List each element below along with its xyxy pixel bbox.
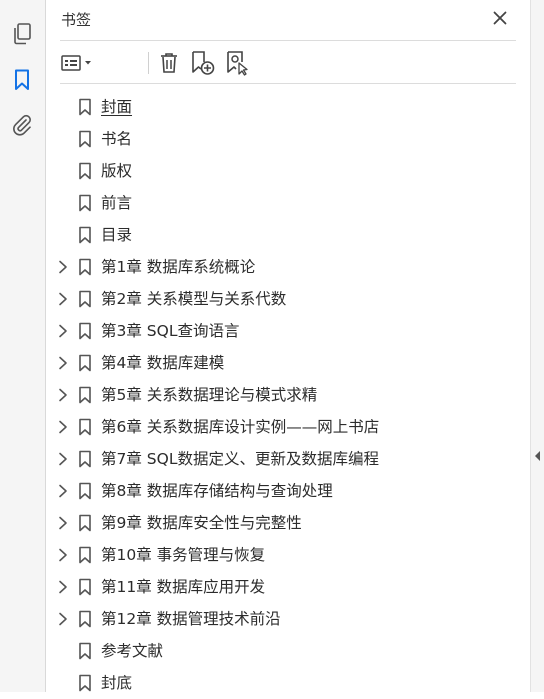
bookmark-item[interactable]: 第8章 数据库存储结构与查询处理 (46, 475, 530, 507)
bookmark-icon (78, 386, 92, 404)
bookmark-item[interactable]: 前言 (46, 187, 530, 219)
bookmark-item[interactable]: 第4章 数据库建模 (46, 347, 530, 379)
chevron-right-icon[interactable] (56, 515, 70, 531)
chevron-right-icon[interactable] (56, 387, 70, 403)
chevron-right-icon[interactable] (56, 291, 70, 307)
bookmark-label: 封底 (101, 674, 133, 692)
bookmark-icon (78, 546, 92, 564)
panel-collapse-strip[interactable] (530, 0, 544, 692)
attachment-icon[interactable] (8, 111, 36, 139)
close-icon[interactable] (491, 9, 509, 27)
left-tool-rail (0, 0, 46, 692)
bookmark-item[interactable]: 封底 (46, 667, 530, 699)
bookmark-label: 第12章 数据管理技术前沿 (101, 610, 281, 628)
bookmark-icon (78, 642, 92, 660)
chevron-right-icon[interactable] (56, 419, 70, 435)
bookmark-icon (78, 482, 92, 500)
bookmark-icon (78, 578, 92, 596)
chevron-right-icon[interactable] (56, 483, 70, 499)
options-menu-icon[interactable] (60, 48, 96, 78)
chevron-right-icon[interactable] (56, 579, 70, 595)
bookmark-label: 版权 (101, 162, 133, 180)
bookmark-label: 第6章 关系数据库设计实例——网上书店 (101, 418, 380, 436)
bookmark-icon (78, 610, 92, 628)
bookmark-item[interactable]: 第5章 关系数据理论与模式求精 (46, 379, 530, 411)
bookmark-item[interactable]: 第12章 数据管理技术前沿 (46, 603, 530, 635)
bookmark-icon (78, 194, 92, 212)
panel-title: 书签 (61, 11, 92, 29)
bookmark-icon (78, 354, 92, 372)
bookmark-item[interactable]: 第3章 SQL查询语言 (46, 315, 530, 347)
bookmark-icon (78, 674, 92, 692)
bookmark-label: 第8章 数据库存储结构与查询处理 (101, 482, 333, 500)
bookmark-toolbar (60, 48, 516, 78)
chevron-right-icon[interactable] (56, 611, 70, 627)
bookmark-label: 书名 (101, 130, 133, 148)
toolbar-divider (60, 83, 516, 84)
bookmark-icon (78, 514, 92, 532)
bookmark-item[interactable]: 第6章 关系数据库设计实例——网上书店 (46, 411, 530, 443)
bookmark-item[interactable]: 参考文献 (46, 635, 530, 667)
bookmark-label: 第1章 数据库系统概论 (101, 258, 256, 276)
bookmark-label: 封面 (101, 98, 133, 116)
chevron-right-icon[interactable] (56, 355, 70, 371)
bookmark-label: 第9章 数据库安全性与完整性 (101, 514, 302, 532)
bookmark-icon (78, 162, 92, 180)
bookmark-icon (78, 418, 92, 436)
chevron-right-icon[interactable] (56, 451, 70, 467)
bookmark-from-selection-icon[interactable] (225, 48, 251, 78)
bookmark-icon (78, 290, 92, 308)
bookmark-label: 第10章 事务管理与恢复 (101, 546, 266, 564)
bookmark-icon (78, 226, 92, 244)
bookmark-icon (78, 98, 92, 116)
bookmark-label: 前言 (101, 194, 133, 212)
collapse-arrow-icon[interactable] (534, 450, 542, 462)
chevron-right-icon[interactable] (56, 547, 70, 563)
bookmarks-panel: 书签 封面 书名 版权 前言 目录 第1章 数据库系统概论 第2章 关系模型与关… (46, 0, 530, 692)
bookmark-item[interactable]: 书名 (46, 123, 530, 155)
bookmark-label: 目录 (101, 226, 133, 244)
bookmark-item[interactable]: 第2章 关系模型与关系代数 (46, 283, 530, 315)
bookmark-label: 参考文献 (101, 642, 164, 660)
bookmark-icon[interactable] (8, 66, 36, 94)
chevron-right-icon[interactable] (56, 323, 70, 339)
bookmark-icon (78, 258, 92, 276)
new-bookmark-icon[interactable] (190, 48, 216, 78)
bookmark-label: 第4章 数据库建模 (101, 354, 225, 372)
header-divider (60, 40, 516, 41)
bookmark-label: 第3章 SQL查询语言 (101, 322, 240, 340)
bookmark-item[interactable]: 封面 (46, 91, 530, 123)
chevron-right-icon[interactable] (56, 259, 70, 275)
bookmark-label: 第5章 关系数据理论与模式求精 (101, 386, 318, 404)
bookmark-label: 第11章 数据库应用开发 (101, 578, 266, 596)
toolbar-separator (148, 52, 149, 74)
delete-icon[interactable] (157, 48, 181, 78)
bookmark-item[interactable]: 第9章 数据库安全性与完整性 (46, 507, 530, 539)
bookmark-icon (78, 450, 92, 468)
pages-icon[interactable] (8, 20, 36, 48)
bookmark-icon (78, 130, 92, 148)
bookmark-label: 第7章 SQL数据定义、更新及数据库编程 (101, 450, 379, 468)
bookmark-item[interactable]: 目录 (46, 219, 530, 251)
bookmark-item[interactable]: 第1章 数据库系统概论 (46, 251, 530, 283)
bookmark-icon (78, 322, 92, 340)
bookmark-item[interactable]: 第11章 数据库应用开发 (46, 571, 530, 603)
bookmark-item[interactable]: 版权 (46, 155, 530, 187)
bookmark-item[interactable]: 第10章 事务管理与恢复 (46, 539, 530, 571)
bookmark-item[interactable]: 第7章 SQL数据定义、更新及数据库编程 (46, 443, 530, 475)
bookmark-label: 第2章 关系模型与关系代数 (101, 290, 287, 308)
